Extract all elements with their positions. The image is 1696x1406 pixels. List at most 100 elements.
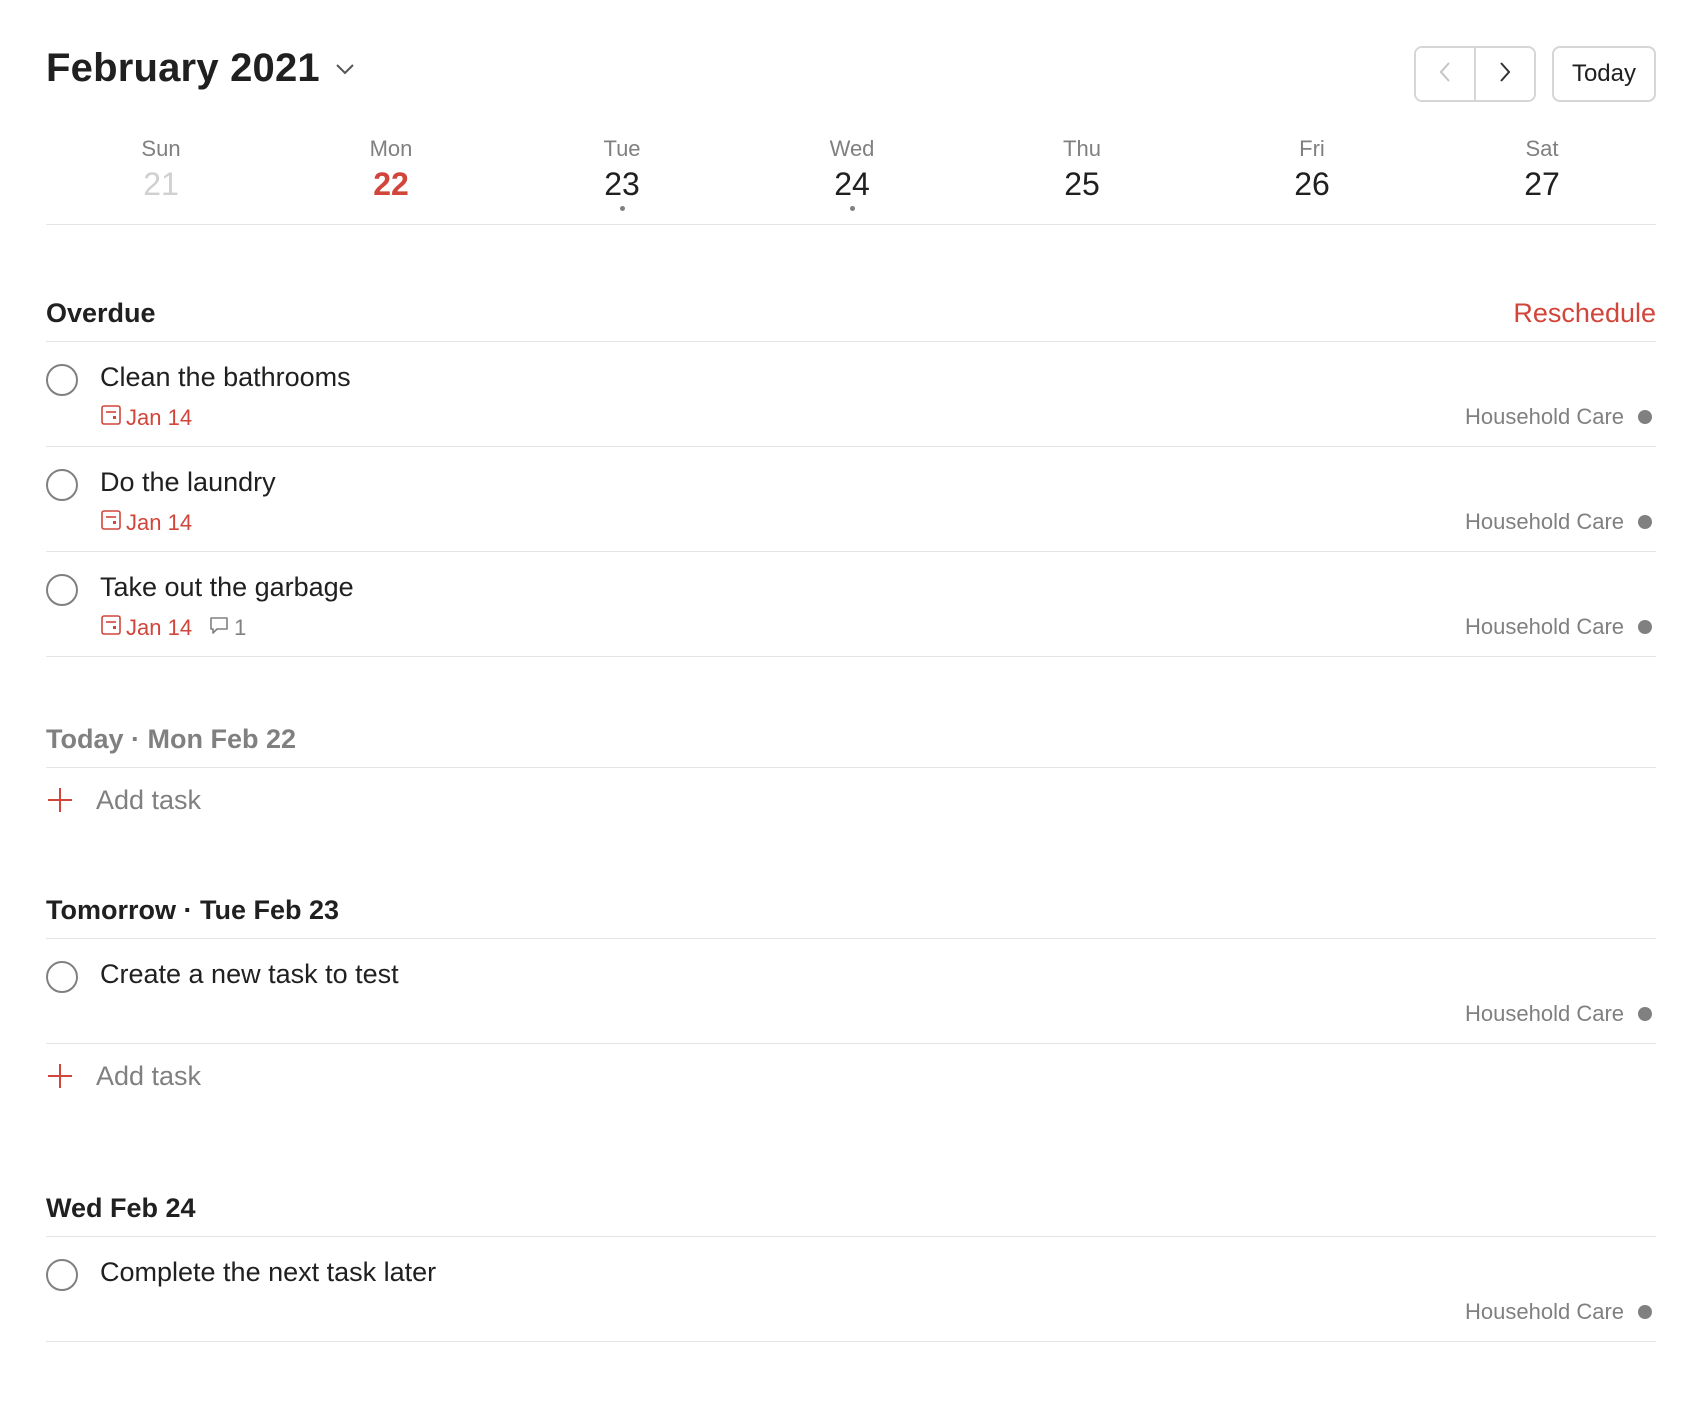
- due-date[interactable]: Jan 14: [100, 509, 192, 537]
- project-name: Household Care: [1465, 509, 1624, 534]
- month-title: February 2021: [46, 46, 320, 90]
- day-fri[interactable]: Fri 26: [1252, 136, 1372, 204]
- calendar-icon: [100, 404, 126, 432]
- task-project[interactable]: Household Care: [1465, 509, 1656, 535]
- plus-icon: [46, 786, 74, 814]
- due-date-label: Jan 14: [126, 615, 193, 640]
- upcoming-view: February 2021 Today Sun 21 Mon 22 Tue 23…: [46, 0, 1656, 1342]
- due-date[interactable]: Jan 14: [100, 404, 192, 432]
- has-tasks-dot: [619, 206, 625, 211]
- day-name: Thu: [1063, 136, 1101, 161]
- task-checkbox[interactable]: [46, 1259, 78, 1291]
- task-project[interactable]: Household Care: [1465, 404, 1656, 430]
- section-title: Wed Feb 24: [46, 1193, 196, 1223]
- due-date[interactable]: Jan 14: [100, 614, 192, 642]
- chevron-left-icon: [1438, 61, 1452, 88]
- week-strip: Sun 21 Mon 22 Tue 23 Wed 24 Thu 25 Fri 2…: [46, 130, 1656, 225]
- week-navigation: Today: [1413, 46, 1656, 102]
- task-title[interactable]: Do the laundry: [100, 467, 276, 498]
- due-date-label: Jan 14: [126, 405, 193, 430]
- task-meta: Jan 14: [100, 404, 192, 432]
- task-meta: Jan 14: [100, 509, 192, 537]
- day-number: 23: [604, 166, 640, 202]
- day-name: Sun: [141, 136, 181, 161]
- add-task-button[interactable]: Add task: [46, 1044, 1656, 1108]
- task-title[interactable]: Take out the garbage: [100, 572, 354, 603]
- day-name: Mon: [369, 136, 413, 161]
- task-project[interactable]: Household Care: [1465, 1299, 1656, 1325]
- task-checkbox[interactable]: [46, 574, 78, 606]
- section-header: Today · Mon Feb 22: [46, 723, 1656, 768]
- comment-icon: [208, 614, 234, 642]
- chevron-right-icon: [1498, 61, 1512, 88]
- task-checkbox[interactable]: [46, 364, 78, 396]
- task-checkbox[interactable]: [46, 469, 78, 501]
- add-task-button[interactable]: Add task: [46, 768, 1656, 832]
- chevron-down-icon: [334, 58, 356, 80]
- project-name: Household Care: [1465, 404, 1624, 429]
- task-item[interactable]: Clean the bathrooms Jan 14 Household Car…: [46, 342, 1656, 447]
- day-number: 25: [1064, 166, 1100, 202]
- section-header: Tomorrow · Tue Feb 23: [46, 894, 1656, 939]
- day-number: 24: [834, 166, 870, 202]
- comments-count[interactable]: 1: [208, 614, 246, 642]
- calendar-header: February 2021 Today: [46, 0, 1656, 130]
- day-name: Sat: [1525, 136, 1559, 161]
- today-button[interactable]: Today: [1551, 46, 1656, 102]
- wed-section: Wed Feb 24 Complete the next task later …: [46, 1192, 1656, 1342]
- section-title: Today · Mon Feb 22: [46, 724, 297, 754]
- task-title[interactable]: Complete the next task later: [100, 1257, 436, 1288]
- task-checkbox[interactable]: [46, 961, 78, 993]
- task-project[interactable]: Household Care: [1465, 1001, 1656, 1027]
- day-wed[interactable]: Wed 24: [792, 136, 912, 211]
- day-number: 26: [1294, 166, 1330, 202]
- add-task-label: Add task: [96, 784, 202, 815]
- day-number: 21: [143, 166, 179, 202]
- day-sun[interactable]: Sun 21: [101, 136, 221, 204]
- day-name: Fri: [1299, 136, 1325, 161]
- today-section: Today · Mon Feb 22 Add task: [46, 723, 1656, 832]
- due-date-label: Jan 14: [126, 510, 193, 535]
- section-header: Wed Feb 24: [46, 1192, 1656, 1237]
- week-arrow-group: [1413, 46, 1536, 102]
- project-color-dot: [1638, 1007, 1652, 1021]
- project-name: Household Care: [1465, 1299, 1624, 1324]
- add-task-label: Add task: [96, 1060, 202, 1091]
- day-number: 27: [1524, 166, 1560, 202]
- calendar-icon: [100, 614, 126, 642]
- project-color-dot: [1638, 515, 1652, 529]
- month-picker[interactable]: February 2021: [46, 46, 356, 91]
- section-header: Overdue Reschedule: [46, 297, 1656, 342]
- task-title[interactable]: Create a new task to test: [100, 959, 399, 990]
- previous-week-button[interactable]: [1415, 48, 1474, 100]
- reschedule-button[interactable]: Reschedule: [1513, 298, 1656, 329]
- task-item[interactable]: Take out the garbage Jan 14 1 Household …: [46, 552, 1656, 657]
- section-title: Tomorrow · Tue Feb 23: [46, 895, 340, 925]
- project-name: Household Care: [1465, 614, 1624, 639]
- day-thu[interactable]: Thu 25: [1022, 136, 1142, 204]
- day-mon[interactable]: Mon 22: [331, 136, 451, 204]
- plus-icon: [46, 1062, 74, 1090]
- task-item[interactable]: Complete the next task later Household C…: [46, 1237, 1656, 1342]
- comments-count-label: 1: [234, 615, 247, 640]
- task-meta: Jan 14 1: [100, 614, 246, 642]
- day-number: 22: [373, 166, 409, 202]
- overdue-section: Overdue Reschedule Clean the bathrooms J…: [46, 297, 1656, 657]
- section-title: Overdue: [46, 298, 156, 328]
- task-item[interactable]: Do the laundry Jan 14 Household Care: [46, 447, 1656, 552]
- day-sat[interactable]: Sat 27: [1482, 136, 1602, 204]
- project-name: Household Care: [1465, 1001, 1624, 1026]
- day-tue[interactable]: Tue 23: [562, 136, 682, 211]
- tomorrow-section: Tomorrow · Tue Feb 23 Create a new task …: [46, 894, 1656, 1108]
- task-project[interactable]: Household Care: [1465, 614, 1656, 640]
- day-name: Tue: [603, 136, 641, 161]
- task-title[interactable]: Clean the bathrooms: [100, 362, 351, 393]
- project-color-dot: [1638, 620, 1652, 634]
- next-week-button[interactable]: [1473, 48, 1534, 100]
- project-color-dot: [1638, 410, 1652, 424]
- day-name: Wed: [829, 136, 875, 161]
- calendar-icon: [100, 509, 126, 537]
- has-tasks-dot: [849, 206, 855, 211]
- project-color-dot: [1638, 1305, 1652, 1319]
- task-item[interactable]: Create a new task to test Household Care: [46, 939, 1656, 1044]
